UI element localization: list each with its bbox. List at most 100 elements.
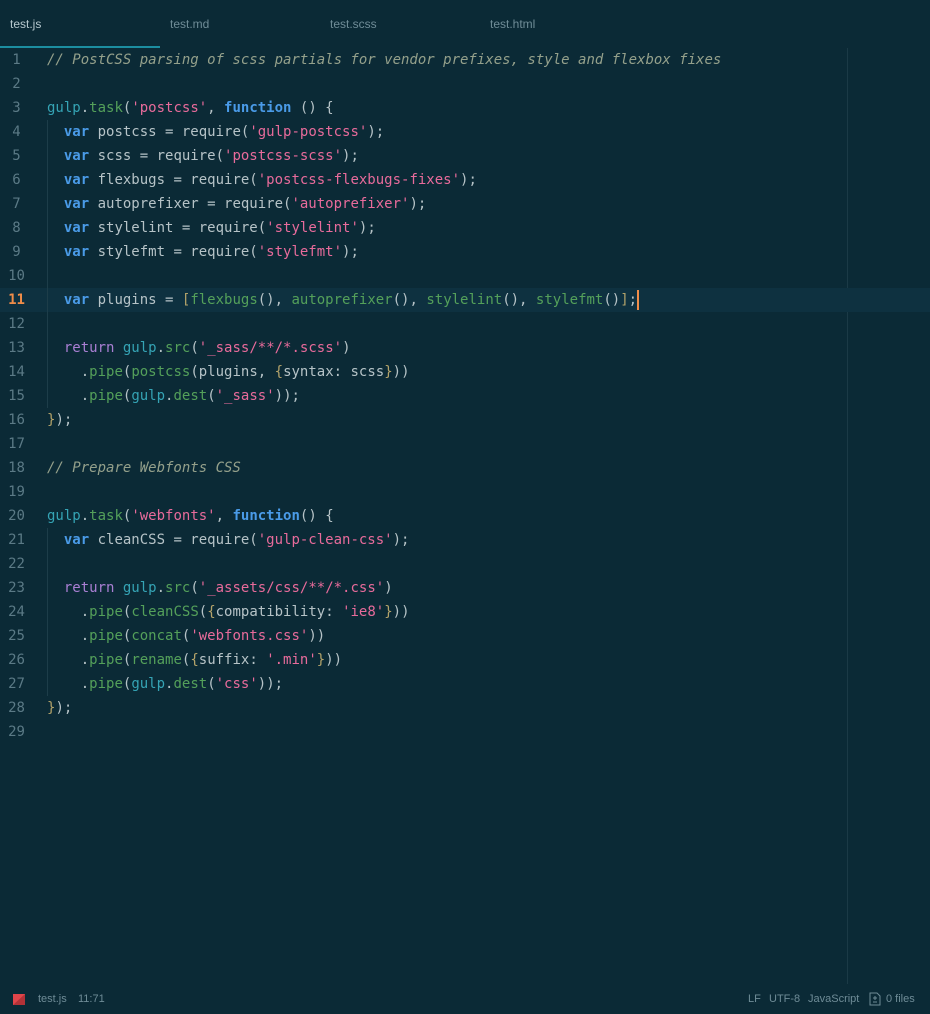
code-token: ); — [367, 124, 385, 140]
code-token: ( — [190, 340, 199, 356]
code-token: () { — [299, 508, 334, 524]
code-line[interactable]: 2 — [0, 72, 930, 96]
string-token: 'postcss-scss' — [224, 148, 343, 164]
code-line[interactable]: 7 var autoprefixer = require('autoprefix… — [0, 192, 930, 216]
code-line[interactable]: 15 .pipe(gulp.dest('_sass')); — [0, 384, 930, 408]
code-line[interactable]: 9 var stylefmt = require('stylefmt'); — [0, 240, 930, 264]
string-token: 'autoprefixer' — [291, 196, 410, 212]
line-number: 18 — [8, 460, 25, 476]
status-line-ending[interactable]: LF — [748, 993, 761, 1005]
code-token: scss = require( — [89, 148, 225, 164]
status-bar: test.js 11:71 LF UTF-8 JavaScript 0 file… — [0, 984, 930, 1014]
code-line[interactable]: 19 — [0, 480, 930, 504]
code-line[interactable]: 1 // PostCSS parsing of scss partials for… — [0, 48, 930, 72]
bookmark-flag-icon[interactable] — [13, 994, 25, 1005]
code-line[interactable]: 13 return gulp.src('_sass/**/*.scss') — [0, 336, 930, 360]
code-line[interactable]: 6 var flexbugs = require('postcss-flexbu… — [0, 168, 930, 192]
tab-bar: test.js test.md test.scss test.html — [0, 0, 930, 48]
code-token: ) — [342, 340, 351, 356]
code-line[interactable]: 8 var stylelint = require('stylelint'); — [0, 216, 930, 240]
code-token: ( — [198, 604, 208, 620]
bracket-token: } — [384, 604, 393, 620]
code-line[interactable]: 16}); — [0, 408, 930, 432]
code-token: . — [47, 652, 90, 668]
line-code: var plugins = [flexbugs(), autoprefixer(… — [47, 288, 640, 312]
code-token: . — [47, 388, 90, 404]
line-code: gulp.task('postcss', function () { — [47, 96, 334, 120]
code-line[interactable]: 28}); — [0, 696, 930, 720]
line-number: 5 — [12, 148, 21, 164]
line-number: 29 — [8, 724, 25, 740]
object-token: gulp — [47, 508, 81, 524]
line-code: var stylelint = require('stylelint'); — [47, 216, 376, 240]
tab-label: test.md — [170, 17, 210, 31]
code-line[interactable]: 26 .pipe(rename({suffix: '.min'})) — [0, 648, 930, 672]
code-line[interactable]: 21 var cleanCSS = require('gulp-clean-cs… — [0, 528, 930, 552]
code-line[interactable]: 18 // Prepare Webfonts CSS — [0, 456, 930, 480]
line-number: 20 — [8, 508, 25, 524]
code-line[interactable]: 3 gulp.task('postcss', function () { — [0, 96, 930, 120]
line-code: var autoprefixer = require('autoprefixer… — [47, 192, 426, 216]
code-line[interactable]: 4 var postcss = require('gulp-postcss'); — [0, 120, 930, 144]
bracket-token: { — [274, 364, 284, 380]
line-number: 9 — [12, 244, 21, 260]
string-token: '_sass' — [215, 388, 275, 404]
keyword-token: var — [63, 244, 90, 260]
code-token: ); — [409, 196, 427, 212]
code-line[interactable]: 20 gulp.task('webfonts', function() { — [0, 504, 930, 528]
code-token: ); — [342, 244, 359, 260]
code-line[interactable]: 22 — [0, 552, 930, 576]
string-token: 'postcss-flexbugs-fixes' — [257, 172, 461, 188]
code-line[interactable]: 27 .pipe(gulp.dest('css')); — [0, 672, 930, 696]
file-diff-icon[interactable] — [869, 992, 881, 1006]
tab-test-html[interactable]: test.html — [480, 0, 640, 48]
status-file-name[interactable]: test.js — [38, 993, 67, 1005]
code-token: (), — [257, 292, 292, 308]
code-line[interactable]: 11 var plugins = [flexbugs(), autoprefix… — [0, 288, 930, 312]
status-encoding[interactable]: UTF-8 — [769, 993, 800, 1005]
string-token: '.min' — [266, 652, 317, 668]
text-cursor — [637, 290, 640, 310]
code-token: . — [47, 364, 90, 380]
keyword-token: var — [63, 532, 90, 548]
code-token: (), — [502, 292, 536, 308]
tab-test-scss[interactable]: test.scss — [320, 0, 480, 48]
keyword-token: var — [63, 124, 90, 140]
keyword-token: function — [224, 100, 292, 116]
code-line[interactable]: 23 return gulp.src('_assets/css/**/*.css… — [0, 576, 930, 600]
code-token: )) — [392, 604, 410, 620]
line-number: 23 — [8, 580, 25, 596]
code-token: )) — [325, 652, 343, 668]
code-line[interactable]: 12 — [0, 312, 930, 336]
object-token: gulp — [47, 100, 81, 116]
status-grammar[interactable]: JavaScript — [808, 993, 859, 1005]
line-number: 13 — [8, 340, 25, 356]
object-token: gulp — [131, 676, 166, 692]
code-token: , — [215, 508, 233, 524]
tab-test-js[interactable]: test.js — [0, 0, 160, 48]
code-line[interactable]: 14 .pipe(postcss(plugins, {syntax: scss}… — [0, 360, 930, 384]
object-token: gulp — [122, 580, 157, 596]
code-token: ); — [392, 532, 410, 548]
code-token: suffix: — [198, 652, 267, 668]
code-line[interactable]: 29 — [0, 720, 930, 744]
status-cursor-position[interactable]: 11:71 — [78, 993, 105, 1005]
line-number: 15 — [8, 388, 25, 404]
code-line[interactable]: 5 var scss = require('postcss-scss'); — [0, 144, 930, 168]
code-line[interactable]: 24 .pipe(cleanCSS({compatibility: 'ie8'}… — [0, 600, 930, 624]
keyword-token: function — [232, 508, 300, 524]
line-number: 27 — [8, 676, 25, 692]
status-files-count[interactable]: 0 files — [886, 993, 915, 1005]
tab-test-md[interactable]: test.md — [160, 0, 320, 48]
code-token: )); — [257, 676, 284, 692]
line-code: return gulp.src('_sass/**/*.scss') — [47, 336, 351, 360]
code-line[interactable]: 10 — [0, 264, 930, 288]
code-line[interactable]: 25 .pipe(concat('webfonts.css')) — [0, 624, 930, 648]
code-token: stylefmt = require( — [89, 244, 258, 260]
code-line[interactable]: 17 — [0, 432, 930, 456]
method-token: pipe — [89, 652, 123, 668]
